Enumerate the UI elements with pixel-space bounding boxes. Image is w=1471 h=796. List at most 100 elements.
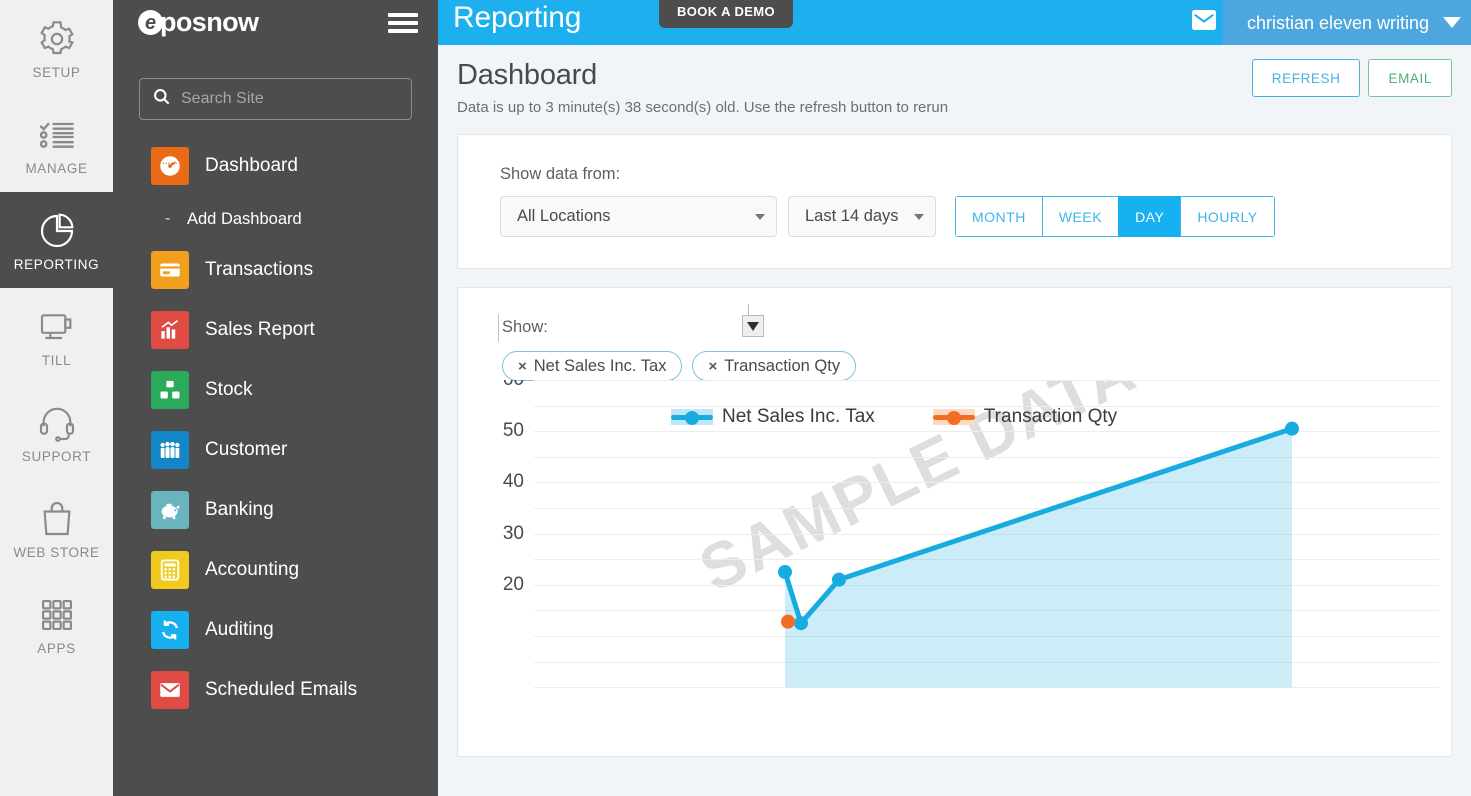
- rail-item-support[interactable]: SUPPORT: [0, 384, 113, 480]
- sidebar-item-label: Scheduled Emails: [205, 679, 358, 700]
- grid-apps-icon: [38, 592, 76, 638]
- chart-legend: Net Sales Inc. Tax Transaction Qty: [671, 406, 1175, 428]
- rail-label: SUPPORT: [21, 449, 92, 464]
- bar-chart-icon: [151, 311, 189, 349]
- rail-item-apps[interactable]: APPS: [0, 576, 113, 672]
- series-point[interactable]: [781, 614, 795, 629]
- chevron-down-icon: [747, 321, 759, 331]
- sidebar-item-banking[interactable]: Banking: [113, 490, 438, 530]
- filter-card: Show data from: All Locations Last 14 da…: [457, 134, 1452, 269]
- rail-label: APPS: [37, 641, 76, 656]
- rail-label: REPORTING: [13, 257, 100, 272]
- search-box[interactable]: [139, 78, 412, 120]
- sidebar-item-label: Auditing: [205, 619, 274, 640]
- sidebar-item-label: Stock: [205, 379, 253, 400]
- rail-item-manage[interactable]: MANAGE: [0, 96, 113, 192]
- brand-logo[interactable]: e posnow: [138, 7, 259, 38]
- rail-item-web-store[interactable]: WEB STORE: [0, 480, 113, 576]
- headset-icon: [37, 400, 77, 446]
- show-metrics-label: Show:: [498, 314, 1451, 342]
- rail-label: MANAGE: [25, 161, 88, 176]
- sub-item-label: Add Dashboard: [187, 209, 302, 228]
- series-point[interactable]: [1285, 421, 1299, 436]
- rail-label: WEB STORE: [13, 545, 100, 560]
- main-content: Dashboard Data is up to 3 minute(s) 38 s…: [438, 45, 1471, 796]
- sidebar-item-transactions[interactable]: Transactions: [113, 250, 438, 290]
- people-icon: [151, 431, 189, 469]
- sidebar-item-customer[interactable]: Customer: [113, 430, 438, 470]
- sidebar-nav: Dashboard - Add Dashboard Transactions S…: [113, 146, 438, 710]
- legend-item-transaction-qty[interactable]: Transaction Qty: [932, 406, 1117, 428]
- rail-item-till[interactable]: TILL: [0, 288, 113, 384]
- series-point[interactable]: [832, 572, 846, 587]
- remove-chip-icon[interactable]: ×: [518, 358, 527, 375]
- series-area: [785, 428, 1292, 688]
- top-bar: Reporting BOOK A DEMO christian eleven w…: [438, 0, 1471, 45]
- search-input[interactable]: [181, 90, 399, 108]
- mail-button[interactable]: [1185, 0, 1223, 45]
- sidebar-item-label: Dashboard: [205, 155, 298, 176]
- pie-chart-icon: [37, 208, 77, 254]
- calculator-icon: [151, 551, 189, 589]
- series-point[interactable]: [778, 565, 792, 579]
- rail-label: TILL: [41, 353, 72, 368]
- sub-item-dash: -: [165, 210, 171, 227]
- sidebar-item-sales-report[interactable]: Sales Report: [113, 310, 438, 350]
- granularity-week[interactable]: WEEK: [1041, 196, 1119, 237]
- chevron-down-icon: [914, 213, 924, 220]
- legend-item-net-sales[interactable]: Net Sales Inc. Tax: [671, 406, 875, 428]
- till-icon: [37, 304, 77, 350]
- piggy-bank-icon: [151, 491, 189, 529]
- rail-item-setup[interactable]: SETUP: [0, 0, 113, 96]
- sidebar-subitem-add-dashboard[interactable]: - Add Dashboard: [113, 206, 438, 232]
- sidebar: e posnow Search Site Dashboard - Add Das…: [113, 0, 438, 796]
- sidebar-item-accounting[interactable]: Accounting: [113, 550, 438, 590]
- user-menu[interactable]: christian eleven writing: [1223, 0, 1471, 45]
- refresh-button[interactable]: REFRESH: [1251, 59, 1361, 97]
- sidebar-item-auditing[interactable]: Auditing: [113, 610, 438, 650]
- metric-chip-transaction-qty[interactable]: × Transaction Qty: [692, 351, 857, 381]
- filter-row: All Locations Last 14 days MONTH WEEK DA…: [500, 196, 1451, 237]
- email-button[interactable]: EMAIL: [1368, 59, 1452, 97]
- primary-icon-rail: SETUP MANAGE REPORTING TILL SUPPORT WEB …: [0, 0, 113, 796]
- sidebar-item-dashboard[interactable]: Dashboard: [113, 146, 438, 186]
- granularity-hourly[interactable]: HOURLY: [1180, 196, 1275, 237]
- filter-label: Show data from:: [500, 165, 621, 183]
- speedometer-icon: [151, 147, 189, 185]
- legend-swatch-net-sales: [671, 409, 713, 425]
- metric-chip-net-sales[interactable]: × Net Sales Inc. Tax: [502, 351, 683, 381]
- page-section-title: Reporting: [453, 1, 582, 34]
- chart-plot-area[interactable]: SAMPLE DATA 6050403020 Net Sales Inc. Ta…: [458, 380, 1451, 756]
- chevron-down-icon: [1443, 17, 1461, 28]
- credit-card-icon: [151, 251, 189, 289]
- sidebar-search-area: [113, 45, 438, 120]
- user-name: christian eleven writing: [1246, 12, 1430, 33]
- data-freshness-text: Data is up to 3 minute(s) 38 second(s) o…: [457, 99, 949, 116]
- metric-chip-label: Transaction Qty: [724, 356, 841, 375]
- granularity-month[interactable]: MONTH: [955, 196, 1042, 237]
- sidebar-item-stock[interactable]: Stock: [113, 370, 438, 410]
- sidebar-item-scheduled-emails[interactable]: Scheduled Emails: [113, 670, 438, 710]
- location-select[interactable]: All Locations: [500, 196, 777, 237]
- checklist-icon: [37, 112, 77, 158]
- chevron-down-icon: [755, 213, 765, 220]
- show-dropdown-button[interactable]: [742, 315, 764, 337]
- book-a-demo-button[interactable]: BOOK A DEMO: [659, 0, 794, 28]
- app-root: SETUP MANAGE REPORTING TILL SUPPORT WEB …: [0, 0, 1471, 796]
- boxes-icon: [151, 371, 189, 409]
- envelope-icon: [151, 671, 189, 709]
- rail-item-reporting[interactable]: REPORTING: [0, 192, 113, 288]
- page-actions: REFRESH EMAIL: [1251, 59, 1452, 97]
- hamburger-icon[interactable]: [388, 9, 418, 37]
- series-point[interactable]: [794, 616, 808, 631]
- granularity-segmented-control: MONTH WEEK DAY HOURLY: [955, 196, 1275, 237]
- search-icon: [152, 87, 171, 111]
- metric-chip-label: Net Sales Inc. Tax: [533, 356, 667, 375]
- sidebar-header: e posnow: [113, 0, 438, 45]
- granularity-day[interactable]: DAY: [1118, 196, 1181, 237]
- sidebar-item-label: Accounting: [205, 559, 300, 580]
- date-range-select[interactable]: Last 14 days: [788, 196, 936, 237]
- sidebar-item-label: Customer: [205, 439, 288, 460]
- rail-label: SETUP: [32, 65, 81, 80]
- remove-chip-icon[interactable]: ×: [708, 358, 717, 375]
